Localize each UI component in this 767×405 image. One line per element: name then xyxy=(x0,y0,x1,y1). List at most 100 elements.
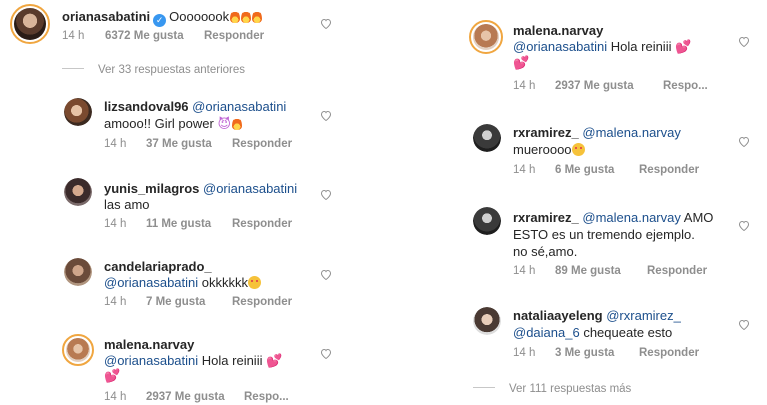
reply-button[interactable]: Responder xyxy=(232,296,292,308)
reply-button[interactable]: Respo... xyxy=(663,80,708,92)
comment-meta: 14 h 3 Me gusta Responder xyxy=(513,347,733,361)
heart-outline-icon[interactable] xyxy=(738,136,750,147)
comment-text: rxramirez_ @malena.narvay xyxy=(513,124,681,141)
username[interactable]: lizsandoval96 xyxy=(104,99,189,114)
comment-body: okkkkkk xyxy=(201,275,249,290)
smiling-devil-emoji-icon: 😈 xyxy=(217,116,232,131)
likes-count[interactable]: 7 Me gusta xyxy=(146,296,205,308)
comment-meta: 14 h 2937 Me gusta Respo... xyxy=(104,391,324,405)
comment-username: candelariaprado_ xyxy=(104,258,212,275)
comment-meta: 14 h 37 Me gusta Responder xyxy=(104,138,324,152)
reply-comment: malena.narvay @orianasabatini Hola reini… xyxy=(0,334,348,404)
heart-outline-icon[interactable] xyxy=(738,319,750,330)
likes-count[interactable]: 2937 Me gusta xyxy=(555,80,634,92)
avatar[interactable] xyxy=(62,334,94,366)
likes-count[interactable]: 37 Me gusta xyxy=(146,138,212,150)
comment-body-line-2: ESTO es un tremendo ejemplo. xyxy=(513,227,695,242)
avatar[interactable] xyxy=(10,4,50,44)
avatar[interactable] xyxy=(64,98,92,126)
username[interactable]: rxramirez_ xyxy=(513,125,579,140)
heart-outline-icon[interactable] xyxy=(738,220,750,231)
avatar[interactable] xyxy=(64,178,92,206)
likes-count[interactable]: 6 Me gusta xyxy=(555,164,614,176)
divider-line xyxy=(62,68,84,69)
timestamp: 14 h xyxy=(62,30,85,42)
comment-body-line: @daiana_6 chequeate esto xyxy=(513,324,672,341)
mention[interactable]: @daiana_6 xyxy=(513,325,580,340)
likes-count[interactable]: 11 Me gusta xyxy=(146,218,211,230)
mention[interactable]: @orianasabatini xyxy=(104,275,198,290)
likes-count[interactable]: 89 Me gusta xyxy=(555,265,621,277)
mention[interactable]: @malena.narvay xyxy=(582,210,680,225)
reply-button[interactable]: Responder xyxy=(639,164,699,176)
view-previous-label: Ver 33 respuestas anteriores xyxy=(98,64,246,76)
reply-button[interactable]: Responder xyxy=(232,138,292,150)
timestamp: 14 h xyxy=(513,80,536,92)
comment-body: chequeate esto xyxy=(583,325,673,340)
avatar[interactable] xyxy=(473,207,501,235)
heart-outline-icon[interactable] xyxy=(320,189,332,200)
likes-count[interactable]: 3 Me gusta xyxy=(555,347,614,359)
mention[interactable]: @rxramirez_ xyxy=(606,308,681,323)
likes-count[interactable]: 2937 Me gusta xyxy=(146,391,225,403)
comment-meta: 14 h 89 Me gusta Responder xyxy=(513,265,733,279)
divider-line xyxy=(473,387,495,388)
fire-emoji-icon xyxy=(232,117,243,130)
mention[interactable]: @orianasabatini xyxy=(104,353,198,368)
username[interactable]: yunis_milagros xyxy=(104,181,199,196)
reply-comment: rxramirez_ @malena.narvay AMO ESTO es un… xyxy=(395,207,767,283)
fire-emoji-icon xyxy=(230,10,241,23)
username[interactable]: nataliaayeleng xyxy=(513,308,603,323)
fire-emoji-icon xyxy=(252,10,263,23)
view-more-label: Ver 111 respuestas más xyxy=(509,383,632,395)
timestamp: 14 h xyxy=(513,164,536,176)
verified-badge-icon: ✓ xyxy=(153,14,167,27)
reply-comment: lizsandoval96 @orianasabatini amooo!! Gi… xyxy=(0,96,348,156)
username[interactable]: malena.narvay xyxy=(104,337,194,352)
avatar[interactable] xyxy=(473,124,501,152)
reply-button[interactable]: Responder xyxy=(647,265,707,277)
view-more-replies-link[interactable]: Ver 111 respuestas más xyxy=(473,383,631,395)
timestamp: 14 h xyxy=(104,138,127,150)
view-previous-replies-link[interactable]: Ver 33 respuestas anteriores xyxy=(62,64,245,76)
heart-outline-icon[interactable] xyxy=(320,18,332,29)
mention[interactable]: @orianasabatini xyxy=(192,99,286,114)
comment-body: Hola reiniii xyxy=(610,39,672,54)
avatar[interactable] xyxy=(473,307,501,335)
heart-outline-icon[interactable] xyxy=(320,348,332,359)
comment-body-line-2: 💕 xyxy=(104,367,120,384)
timestamp: 14 h xyxy=(104,391,127,403)
mention[interactable]: @orianasabatini xyxy=(203,181,297,196)
comment-body: AMO xyxy=(683,210,714,225)
reply-button[interactable]: Responder xyxy=(232,218,292,230)
two-hearts-emoji-icon: 💕 xyxy=(675,39,692,54)
timestamp: 14 h xyxy=(513,347,536,359)
mention[interactable]: @malena.narvay xyxy=(582,125,680,140)
heart-outline-icon[interactable] xyxy=(320,269,332,280)
comment-text: orianasabatini ✓ Oooooook xyxy=(62,8,263,27)
mention[interactable]: @orianasabatini xyxy=(513,39,607,54)
comment-body-line-3: no sé,amo. xyxy=(513,244,578,259)
username[interactable]: candelariaprado_ xyxy=(104,259,212,274)
comment-body: amooo!! Girl power xyxy=(104,116,214,131)
two-hearts-emoji-icon: 💕 xyxy=(266,353,283,368)
heart-outline-icon[interactable] xyxy=(738,36,750,47)
username[interactable]: orianasabatini xyxy=(62,9,150,24)
likes-count[interactable]: 6372 Me gusta xyxy=(105,30,184,42)
avatar[interactable] xyxy=(64,258,92,286)
heart-outline-icon[interactable] xyxy=(320,110,332,121)
timestamp: 14 h xyxy=(513,265,536,277)
username[interactable]: malena.narvay xyxy=(513,23,603,38)
two-hearts-emoji-icon: 💕 xyxy=(104,368,121,383)
reply-button[interactable]: Respo... xyxy=(244,391,289,403)
comment-body-line: amooo!! Girl power 😈 xyxy=(104,115,243,132)
reply-button[interactable]: Responder xyxy=(204,30,264,42)
heart-eyes-emoji-icon xyxy=(248,276,262,289)
comment-text: lizsandoval96 @orianasabatini xyxy=(104,98,286,115)
username[interactable]: rxramirez_ xyxy=(513,210,579,225)
reply-button[interactable]: Responder xyxy=(639,347,699,359)
avatar[interactable] xyxy=(469,20,503,54)
comment-text: yunis_milagros @orianasabatini xyxy=(104,180,297,197)
comment-meta: 14 h 2937 Me gusta Respo... xyxy=(513,80,733,94)
comment-body: Hola reiniii xyxy=(201,353,263,368)
